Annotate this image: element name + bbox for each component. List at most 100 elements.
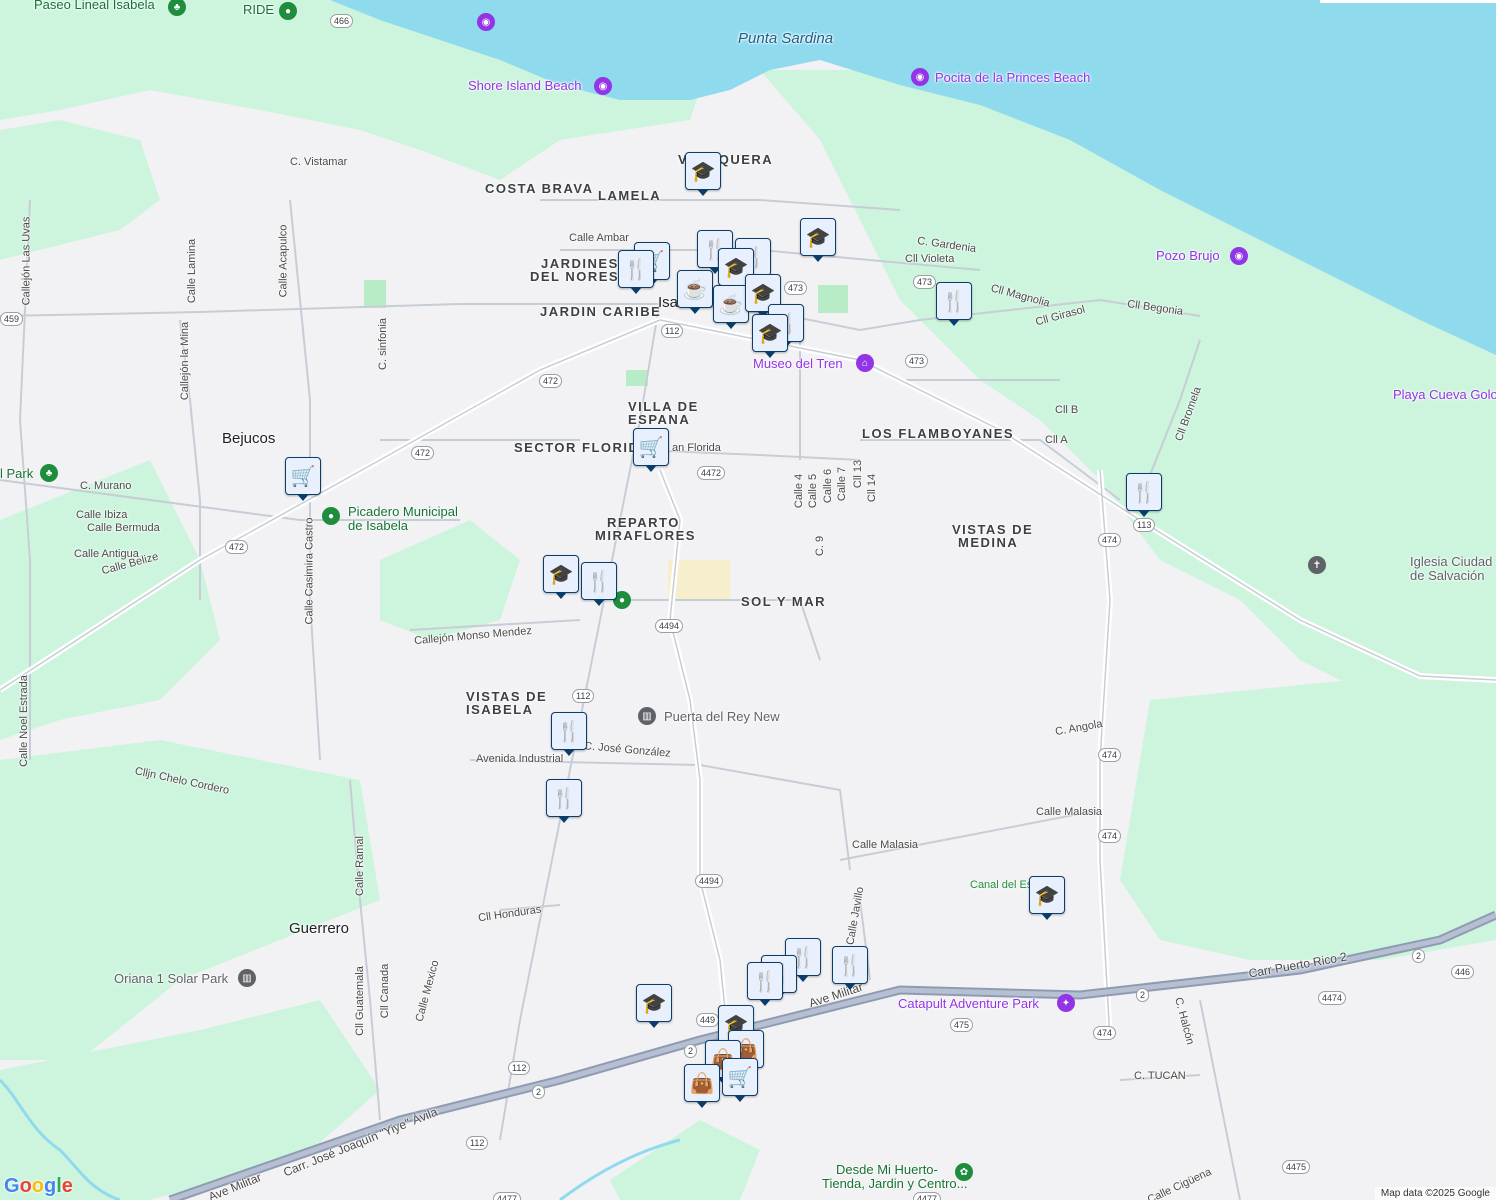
poi-picadero-1[interactable]: Picadero Municipal bbox=[348, 504, 458, 519]
route-shield: 466 bbox=[330, 14, 354, 28]
route-shield: 4477 bbox=[493, 1192, 522, 1200]
building-icon[interactable]: ▥ bbox=[238, 969, 256, 987]
poi-iglesia-1[interactable]: Iglesia Ciudad bbox=[1410, 554, 1492, 569]
restaurant-icon[interactable]: 🍴 bbox=[581, 562, 617, 606]
poi-shore-island-beach[interactable]: Shore Island Beach bbox=[468, 78, 581, 93]
restaurant-icon[interactable]: 🍴 bbox=[747, 962, 783, 1006]
camera-icon[interactable]: ◉ bbox=[477, 13, 495, 31]
route-shield: 474 bbox=[1098, 748, 1122, 762]
poi-playa-cueva-golondrinas[interactable]: Playa Cueva Golo bbox=[1393, 387, 1496, 402]
street-label: C. TUCAN bbox=[1134, 1070, 1186, 1082]
route-shield: 472 bbox=[225, 540, 249, 554]
route-shield: 2 bbox=[532, 1085, 546, 1099]
street-label: C. Vistamar bbox=[290, 156, 348, 168]
camera-icon[interactable]: ◉ bbox=[1230, 247, 1248, 265]
shopping-cart-icon[interactable]: 🛒 bbox=[285, 457, 321, 501]
camera-icon[interactable]: ◉ bbox=[911, 68, 929, 86]
route-shield: 474 bbox=[1093, 1026, 1117, 1040]
restaurant-icon[interactable]: 🍴 bbox=[618, 250, 654, 294]
street-label: C. 9 bbox=[814, 535, 827, 557]
place-icon[interactable]: ● bbox=[322, 507, 340, 525]
route-shield: 475 bbox=[950, 1018, 974, 1032]
shopping-cart-icon[interactable]: 🛒 bbox=[722, 1058, 758, 1102]
restaurant-icon[interactable]: 🍴 bbox=[551, 712, 587, 756]
area-los-flamboyanes: LOS FLAMBOYANES bbox=[862, 426, 1015, 441]
poi-ride[interactable]: RIDE bbox=[243, 2, 274, 17]
route-shield: 4472 bbox=[697, 466, 726, 480]
garden-icon[interactable]: ✿ bbox=[955, 1163, 973, 1181]
street-label: Calle Ibiza bbox=[76, 509, 128, 521]
shopping-cart-icon[interactable]: 🛒 bbox=[633, 428, 669, 472]
route-shield: 113 bbox=[1133, 518, 1156, 532]
city-isabela: Isa bbox=[658, 294, 679, 311]
poi-catapult-adventure-park[interactable]: Catapult Adventure Park bbox=[898, 996, 1039, 1011]
route-shield: 472 bbox=[539, 374, 563, 388]
poi-museo-del-tren[interactable]: Museo del Tren bbox=[753, 356, 843, 371]
street-label: Calle Acapulco bbox=[277, 224, 290, 298]
building-icon[interactable]: ▥ bbox=[638, 707, 656, 725]
poi-paseo-lineal[interactable]: Paseo Lineal Isabela bbox=[34, 0, 155, 12]
area-vistas-de-isabela-2: ISABELA bbox=[466, 702, 534, 717]
poi-park[interactable]: l Park bbox=[0, 466, 33, 481]
street-label: Calle Lamina bbox=[186, 238, 199, 304]
poi-puerta-del-rey[interactable]: Puerta del Rey New bbox=[664, 709, 780, 724]
street-label: Calle 4 bbox=[793, 473, 806, 509]
poi-pocita-beach[interactable]: Pocita de la Princes Beach bbox=[935, 70, 1090, 85]
cafe-icon[interactable]: ☕ bbox=[713, 285, 749, 329]
route-shield: 4494 bbox=[695, 874, 724, 888]
camera-icon[interactable]: ◉ bbox=[594, 77, 612, 95]
street-label: Calle Bermuda bbox=[87, 522, 160, 534]
school-icon[interactable]: 🎓 bbox=[636, 984, 672, 1028]
poi-iglesia-2[interactable]: de Salvación bbox=[1410, 568, 1484, 583]
amusement-icon[interactable]: ✦ bbox=[1057, 994, 1075, 1012]
park-icon[interactable]: ♣ bbox=[40, 464, 58, 482]
poi-oriana-solar-park[interactable]: Oriana 1 Solar Park bbox=[114, 971, 228, 986]
restaurant-icon[interactable]: 🍴 bbox=[832, 946, 868, 990]
school-icon[interactable]: 🎓 bbox=[685, 152, 721, 196]
punta-sardina-label: Punta Sardina bbox=[738, 30, 834, 47]
area-jardin-caribe: JARDIN CARIBE bbox=[540, 304, 662, 319]
street-label: C. Murano bbox=[80, 480, 132, 492]
street-label: Cll Violeta bbox=[905, 253, 955, 265]
restaurant-icon[interactable]: 🍴 bbox=[1126, 473, 1162, 517]
route-shield: 112 bbox=[572, 689, 595, 703]
street-label: C. sinfonia bbox=[376, 318, 389, 370]
church-icon[interactable]: ✝ bbox=[1308, 556, 1326, 574]
school-icon[interactable]: 🎓 bbox=[543, 555, 579, 599]
street-label: Calle 6 bbox=[822, 468, 835, 504]
area-del-noreste: DEL NOREST bbox=[530, 269, 629, 284]
google-logo[interactable]: Google bbox=[4, 1175, 73, 1198]
school-icon[interactable]: 🎓 bbox=[1029, 876, 1065, 920]
street-label: Cll Guatemala bbox=[353, 966, 366, 1036]
school-icon[interactable]: 🎓 bbox=[800, 218, 836, 262]
route-shield: 474 bbox=[1098, 533, 1122, 547]
poi-desde-mi-huerto-2[interactable]: Tienda, Jardin y Centro... bbox=[822, 1176, 967, 1191]
school-icon[interactable]: 🎓 bbox=[752, 314, 788, 358]
map-data-attribution[interactable]: Map data ©2025 Google bbox=[1374, 1187, 1496, 1200]
poi-pozo-brujo[interactable]: Pozo Brujo bbox=[1156, 248, 1220, 263]
route-shield: 4475 bbox=[1282, 1160, 1311, 1174]
street-label: Cll 13 bbox=[852, 459, 865, 489]
street-label: Canal del Est bbox=[970, 879, 1036, 891]
poi-desde-mi-huerto-1[interactable]: Desde Mi Huerto- bbox=[836, 1162, 938, 1177]
street-label: Calle Ambar bbox=[569, 232, 629, 244]
street-label: an Florida bbox=[672, 442, 721, 454]
restaurant-icon[interactable]: 🍴 bbox=[936, 282, 972, 326]
poi-picadero-2[interactable]: de Isabela bbox=[348, 518, 408, 533]
route-shield: 4494 bbox=[655, 619, 684, 633]
area-sector-florida: SECTOR FLORIDA bbox=[514, 440, 651, 455]
route-shield: 112 bbox=[661, 324, 684, 338]
street-label: Callejón Las Uvas bbox=[20, 216, 33, 306]
map-canvas[interactable]: Punta Sardina COSTA BRAVA LAMELA JARDINE… bbox=[0, 0, 1496, 1200]
cafe-icon[interactable]: ☕ bbox=[677, 270, 713, 314]
restaurant-icon[interactable]: 🍴 bbox=[546, 779, 582, 823]
place-icon[interactable]: ● bbox=[279, 2, 297, 20]
route-shield: 2 bbox=[684, 1044, 698, 1058]
route-shield: 473 bbox=[784, 281, 808, 295]
museum-icon[interactable]: ⌂ bbox=[856, 354, 874, 372]
street-label: Callejón la Mina bbox=[179, 321, 192, 401]
area-miraflores: MIRAFLORES bbox=[595, 528, 696, 543]
street-label: Cll A bbox=[1045, 434, 1068, 446]
route-shield: 4474 bbox=[1318, 991, 1347, 1005]
shopping-bag-icon[interactable]: 👜 bbox=[684, 1064, 720, 1108]
